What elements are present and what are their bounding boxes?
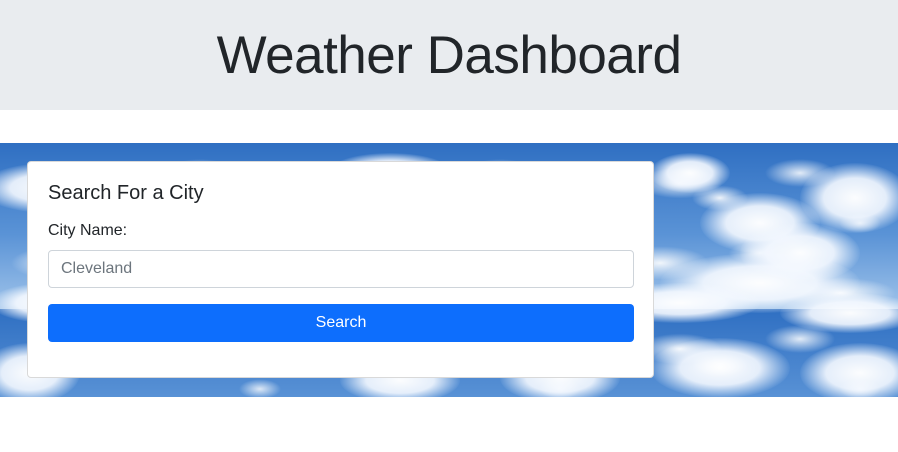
search-button[interactable]: Search <box>48 304 634 342</box>
search-card-title: Search For a City <box>48 182 204 204</box>
page-title: Weather Dashboard <box>216 25 682 85</box>
page-header: Weather Dashboard <box>0 0 898 110</box>
city-name-label: City Name: <box>48 222 128 239</box>
search-card: Search For a City City Name: Search <box>27 161 654 378</box>
city-search-input[interactable] <box>48 250 634 288</box>
